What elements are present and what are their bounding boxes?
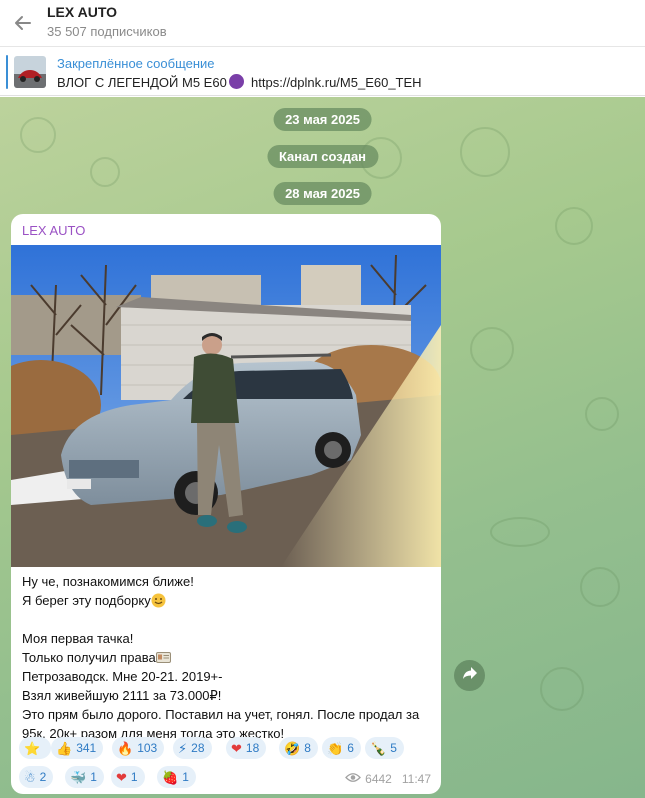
wallpaper-doodle — [20, 117, 56, 153]
reaction-fire[interactable]: 🔥 103 — [112, 737, 165, 759]
snowman-icon: ☃ — [24, 769, 36, 785]
wallpaper-doodle — [555, 207, 593, 245]
reaction-count: 103 — [137, 741, 158, 755]
reaction-count: 1 — [130, 770, 138, 784]
thumbs-up-icon: 👍 — [56, 740, 73, 756]
reaction-count: 28 — [191, 741, 205, 755]
reaction-count: 341 — [76, 741, 97, 755]
reaction-count: 6 — [347, 741, 354, 755]
channel-post[interactable]: LEX AUTO Ну че, познакомимся ближе! Я бе… — [11, 214, 441, 794]
wallpaper-doodle — [585, 397, 619, 431]
reaction-count: 2 — [39, 770, 47, 784]
champagne-icon: 🍾 — [370, 740, 387, 756]
reaction-count: 1 — [182, 770, 189, 784]
post-text-line: Только получил права — [22, 648, 434, 667]
heart-on-fire-icon: ❤ — [116, 769, 127, 785]
reaction-rofl[interactable]: 🤣 8 — [279, 737, 318, 759]
id-card-emoji-icon — [155, 650, 171, 665]
rofl-icon: 🤣 — [284, 740, 301, 756]
post-text: Ну че, познакомимся ближе! Я берег эту п… — [22, 572, 434, 743]
reaction-whale[interactable]: 🐳 1 — [65, 766, 104, 788]
pinned-text: ВЛОГ С ЛЕГЕНДОЙ М5 Е60 https://dplnk.ru/… — [57, 74, 422, 90]
fire-icon: 🔥 — [117, 740, 134, 756]
reaction-heart[interactable]: ❤ 18 — [226, 737, 267, 759]
whale-icon: 🐳 — [70, 769, 87, 785]
pinned-indicator — [6, 55, 8, 89]
post-text-line-part: Я берег эту подборку — [22, 593, 151, 608]
reaction-strawberry[interactable]: 🍓 1 — [157, 766, 196, 788]
pinned-title: Закреплённое сообщение — [57, 56, 215, 71]
channel-name[interactable]: LEX AUTO — [47, 4, 117, 20]
wallpaper-doodle — [540, 667, 584, 711]
reaction-snowman[interactable]: ☃ 2 — [19, 766, 54, 788]
reaction-count: 8 — [304, 741, 311, 755]
chat-area: 23 мая 2025 Канал создан 28 мая 2025 LEX… — [0, 97, 645, 798]
heart-icon: ❤ — [231, 740, 242, 756]
views-eye-icon — [345, 772, 362, 786]
reaction-thumbs-up[interactable]: 👍 341 — [51, 737, 104, 759]
back-arrow-icon[interactable] — [8, 8, 38, 38]
reaction-heart-fire[interactable]: ❤ 1 — [111, 766, 145, 788]
reaction-clap[interactable]: 👏 6 — [322, 737, 361, 759]
clap-icon: 👏 — [327, 740, 344, 756]
wallpaper-doodle — [580, 567, 620, 607]
post-author[interactable]: LEX AUTO — [22, 223, 85, 238]
post-text-line: Ну че, познакомимся ближе! — [22, 574, 194, 589]
reaction-count: 1 — [90, 770, 97, 784]
pinned-text-label: ВЛОГ С ЛЕГЕНДОЙ М5 Е60 — [57, 75, 227, 90]
reaction-champagne[interactable]: 🍾 5 — [365, 737, 404, 759]
subscriber-count: 35 507 подписчиков — [47, 24, 167, 39]
post-photo[interactable] — [11, 245, 441, 567]
pinned-message[interactable]: Закреплённое сообщение ВЛОГ С ЛЕГЕНДОЙ М… — [0, 48, 645, 96]
reaction-star[interactable]: ⭐ — [19, 737, 52, 759]
reaction-lightning[interactable]: ⚡ 28 — [173, 737, 212, 759]
wallpaper-doodle — [470, 327, 514, 371]
date-separator: 23 мая 2025 — [273, 108, 372, 131]
wallpaper-doodle — [460, 127, 510, 177]
post-text-line — [22, 610, 434, 629]
post-text-line-part: Только получил права — [22, 650, 156, 665]
grinning-emoji-icon — [151, 593, 166, 608]
wallpaper-doodle — [90, 157, 120, 187]
wallpaper-doodle — [490, 517, 550, 547]
view-count: 6442 — [365, 772, 392, 786]
reaction-count: 5 — [390, 741, 397, 755]
post-text-line: Это прям было дорого. Поставил на учет, … — [22, 707, 420, 722]
pinned-link[interactable]: https://dplnk.ru/M5_E60_TEH — [251, 75, 422, 90]
post-text-line: Я берег эту подборку — [22, 591, 434, 610]
post-text-line: Петрозаводск. Мне 20-21. 2019+- — [22, 669, 223, 684]
devil-emoji-icon — [228, 74, 244, 89]
share-button[interactable] — [454, 660, 485, 691]
service-message: Канал создан — [266, 145, 379, 168]
lightning-icon: ⚡ — [178, 740, 188, 756]
post-text-line: Взял живейшую 2111 за 73.000₽! — [22, 688, 222, 703]
post-text-line: Моя первая тачка! — [22, 631, 134, 646]
share-arrow-icon — [462, 666, 478, 685]
strawberry-icon: 🍓 — [162, 769, 179, 785]
chat-header: LEX AUTO 35 507 подписчиков — [0, 0, 645, 47]
reaction-count: 18 — [245, 741, 260, 755]
pinned-thumbnail — [14, 56, 46, 88]
post-meta: 6442 11:47 — [345, 772, 431, 786]
post-time: 11:47 — [401, 772, 431, 786]
star-icon: ⭐ — [24, 740, 41, 756]
date-separator: 28 мая 2025 — [273, 182, 372, 205]
